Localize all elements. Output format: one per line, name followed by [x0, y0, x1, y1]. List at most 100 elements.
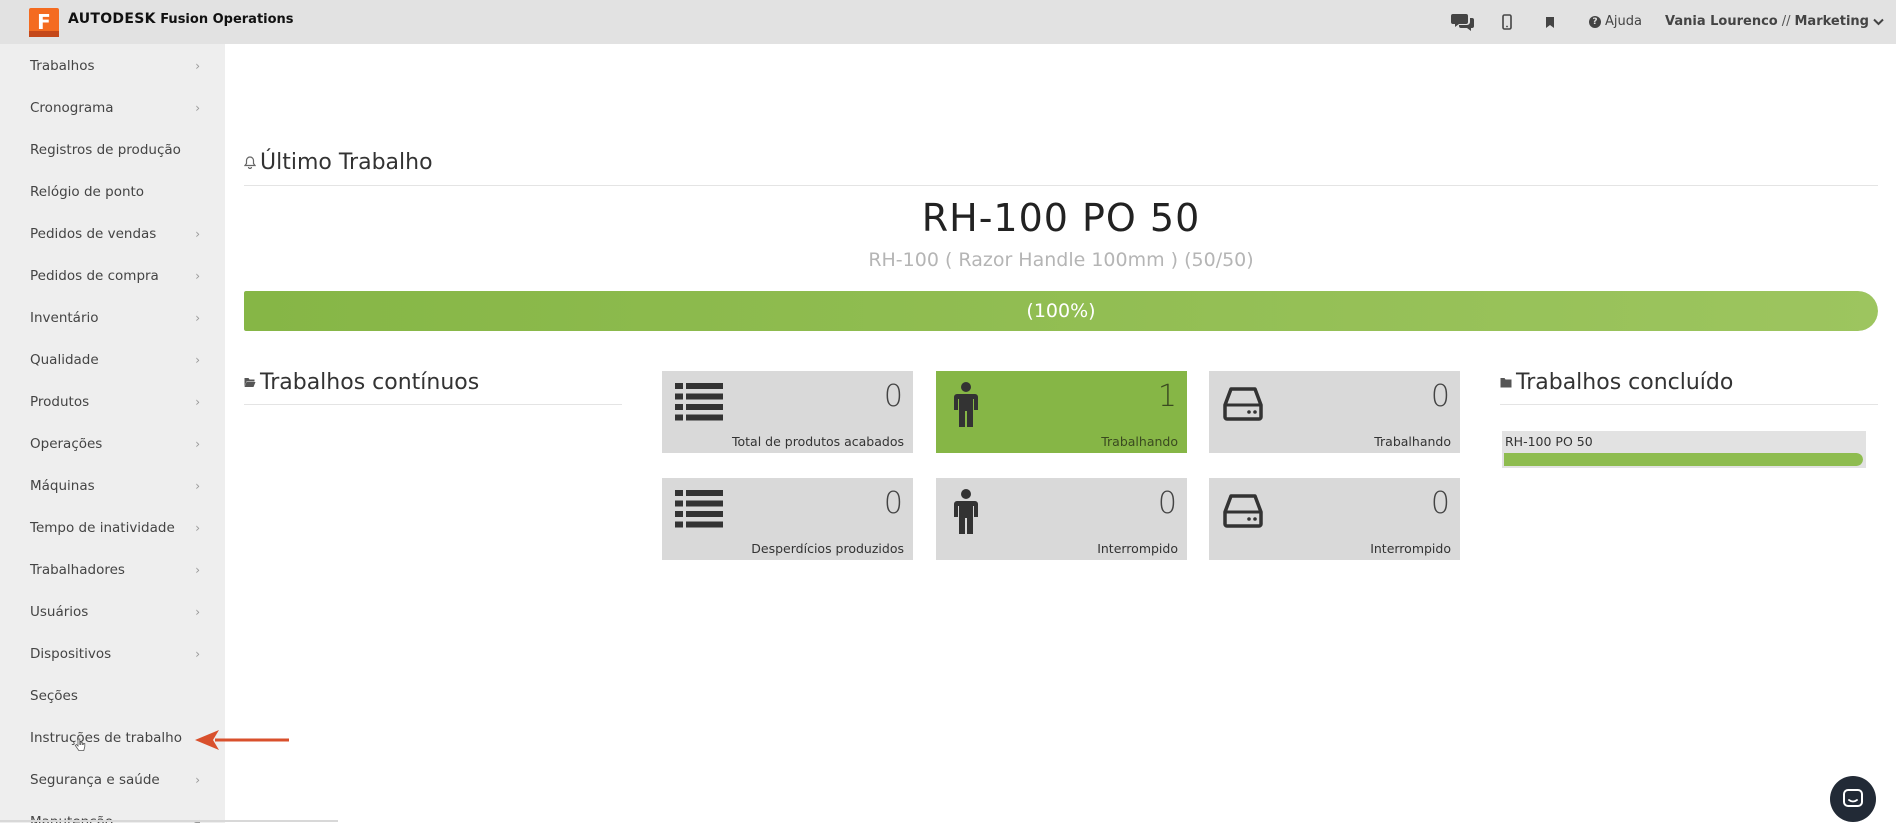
- sidebar-item[interactable]: Segurança e saúde ›: [30, 769, 200, 791]
- sidebar-item[interactable]: Qualidade ›: [30, 349, 200, 371]
- sidebar-item-label: Operações: [30, 436, 103, 452]
- help-label: Ajuda: [1605, 14, 1642, 29]
- top-bar: F AUTODESK Fusion Operations ? Ajuda Van…: [0, 0, 1896, 44]
- chevron-right-icon: ›: [195, 353, 200, 367]
- stat-value: 1: [1157, 379, 1177, 414]
- list-icon: [675, 383, 723, 425]
- brand-name[interactable]: AUTODESK Fusion Operations: [68, 11, 294, 27]
- continuous-jobs-heading: Trabalhos contínuos: [244, 370, 479, 395]
- completed-job-item[interactable]: RH-100 PO 50: [1502, 431, 1866, 468]
- chevron-right-icon: ›: [195, 227, 200, 241]
- sidebar-item[interactable]: Trabalhadores ›: [30, 559, 200, 581]
- sidebar-item[interactable]: Pedidos de compra ›: [30, 265, 200, 287]
- sidebar-item[interactable]: Inventário ›: [30, 307, 200, 329]
- sidebar-item[interactable]: Operações ›: [30, 433, 200, 455]
- divider: [244, 185, 1878, 186]
- chevron-right-icon: ›: [195, 59, 200, 73]
- bookmark-icon[interactable]: [1543, 10, 1557, 34]
- chat-icon[interactable]: [1450, 10, 1476, 34]
- sidebar-item-label: Dispositivos: [30, 646, 112, 662]
- last-job-progress-bar: (100%): [244, 291, 1878, 331]
- sidebar-item-label: Qualidade: [30, 352, 99, 368]
- sidebar-item[interactable]: Seções: [30, 685, 200, 707]
- chevron-right-icon: ›: [195, 311, 200, 325]
- chevron-right-icon: ›: [195, 269, 200, 283]
- sidebar-item-label: Segurança e saúde: [30, 772, 160, 788]
- folder-icon: [1500, 378, 1512, 388]
- last-job-heading: Último Trabalho: [244, 150, 433, 175]
- sidebar-bottom-divider: [0, 820, 338, 822]
- sidebar-item[interactable]: Tempo de inatividade ›: [30, 517, 200, 539]
- sidebar-item-label: Produtos: [30, 394, 90, 410]
- sidebar-item[interactable]: Trabalhos ›: [30, 55, 200, 77]
- chevron-down-icon: [1873, 18, 1884, 25]
- sidebar-item-label: Relógio de ponto: [30, 184, 145, 200]
- chevron-right-icon: ›: [195, 479, 200, 493]
- sidebar-item[interactable]: Máquinas ›: [30, 475, 200, 497]
- chevron-right-icon: ›: [195, 101, 200, 115]
- sidebar-item[interactable]: Instruções de trabalho: [30, 727, 200, 749]
- chevron-right-icon: ›: [195, 521, 200, 535]
- chevron-right-icon: ›: [195, 605, 200, 619]
- sidebar-item-label: Pedidos de compra: [30, 268, 159, 284]
- stat-tile[interactable]: 0 Interrompido: [936, 478, 1187, 560]
- fusion-logo[interactable]: F: [29, 8, 59, 37]
- hard-drive-icon: [1223, 387, 1263, 425]
- chevron-right-icon: ›: [195, 437, 200, 451]
- chevron-right-icon: ›: [195, 647, 200, 661]
- divider: [1500, 404, 1878, 405]
- stat-value: 0: [883, 379, 903, 414]
- sidebar-item[interactable]: Registros de produção: [30, 139, 200, 161]
- user-department: Marketing: [1794, 14, 1869, 29]
- stat-label: Interrompido: [1370, 541, 1451, 556]
- brand-product: Fusion Operations: [160, 12, 294, 27]
- sidebar-item-label: Inventário: [30, 310, 99, 326]
- logo-letter: F: [37, 10, 51, 34]
- sidebar-item[interactable]: Usuários ›: [30, 601, 200, 623]
- stat-tile[interactable]: 0 Interrompido: [1209, 478, 1460, 560]
- last-job-title[interactable]: RH-100 PO 50: [244, 196, 1878, 240]
- help-icon: ?: [1589, 15, 1601, 28]
- stat-label: Trabalhando: [1374, 434, 1451, 449]
- sidebar-item[interactable]: Produtos ›: [30, 391, 200, 413]
- sidebar-item-label: Pedidos de vendas: [30, 226, 157, 242]
- completed-jobs-heading: Trabalhos concluído: [1500, 370, 1733, 395]
- divider: [244, 404, 622, 405]
- brand-main: AUTODESK: [68, 11, 156, 27]
- sidebar-item-label: Trabalhadores: [30, 562, 125, 578]
- hand-cursor-icon: [74, 738, 86, 751]
- person-icon: [952, 489, 980, 539]
- continuous-jobs-label: Trabalhos contínuos: [260, 370, 480, 395]
- stat-label: Trabalhando: [1101, 434, 1178, 449]
- sidebar-item-label: Máquinas: [30, 478, 95, 494]
- sidebar-item[interactable]: Relógio de ponto: [30, 181, 200, 203]
- stat-label: Interrompido: [1097, 541, 1178, 556]
- stat-value: 0: [1430, 379, 1450, 414]
- sidebar-item-label: Instruções de trabalho: [30, 730, 182, 746]
- hard-drive-icon: [1223, 494, 1263, 532]
- help-link[interactable]: ? Ajuda: [1589, 14, 1642, 29]
- stat-value: 0: [1430, 486, 1450, 521]
- sidebar-item[interactable]: Pedidos de vendas ›: [30, 223, 200, 245]
- sidebar-item[interactable]: Cronograma ›: [30, 97, 200, 119]
- last-job-subtitle: RH-100 ( Razor Handle 100mm ) (50/50): [868, 249, 1254, 271]
- stat-tile[interactable]: 0 Total de produtos acabados: [662, 371, 913, 453]
- stat-tile[interactable]: 0 Desperdícios produzidos: [662, 478, 913, 560]
- user-menu[interactable]: Vania Lourenco // Marketing: [1665, 14, 1884, 29]
- bell-icon: [244, 156, 256, 169]
- sidebar-item-label: Cronograma: [30, 100, 114, 116]
- last-job-heading-label: Último Trabalho: [260, 150, 433, 175]
- user-separator: //: [1781, 14, 1791, 29]
- stat-value: 0: [883, 486, 903, 521]
- mobile-icon[interactable]: [1500, 10, 1514, 34]
- progress-fill: [1504, 453, 1863, 466]
- person-icon: [952, 382, 980, 432]
- folder-open-icon: [244, 378, 256, 387]
- stat-tile[interactable]: 0 Trabalhando: [1209, 371, 1460, 453]
- user-name: Vania Lourenco: [1665, 14, 1778, 29]
- sidebar-item[interactable]: Dispositivos ›: [30, 643, 200, 665]
- sidebar: Trabalhos › Cronograma › Registros de produç…: [0, 44, 225, 823]
- stat-tile[interactable]: 1 Trabalhando: [936, 371, 1187, 453]
- support-chat-button[interactable]: [1830, 776, 1876, 822]
- sidebar-item-label: Registros de produção: [30, 142, 181, 158]
